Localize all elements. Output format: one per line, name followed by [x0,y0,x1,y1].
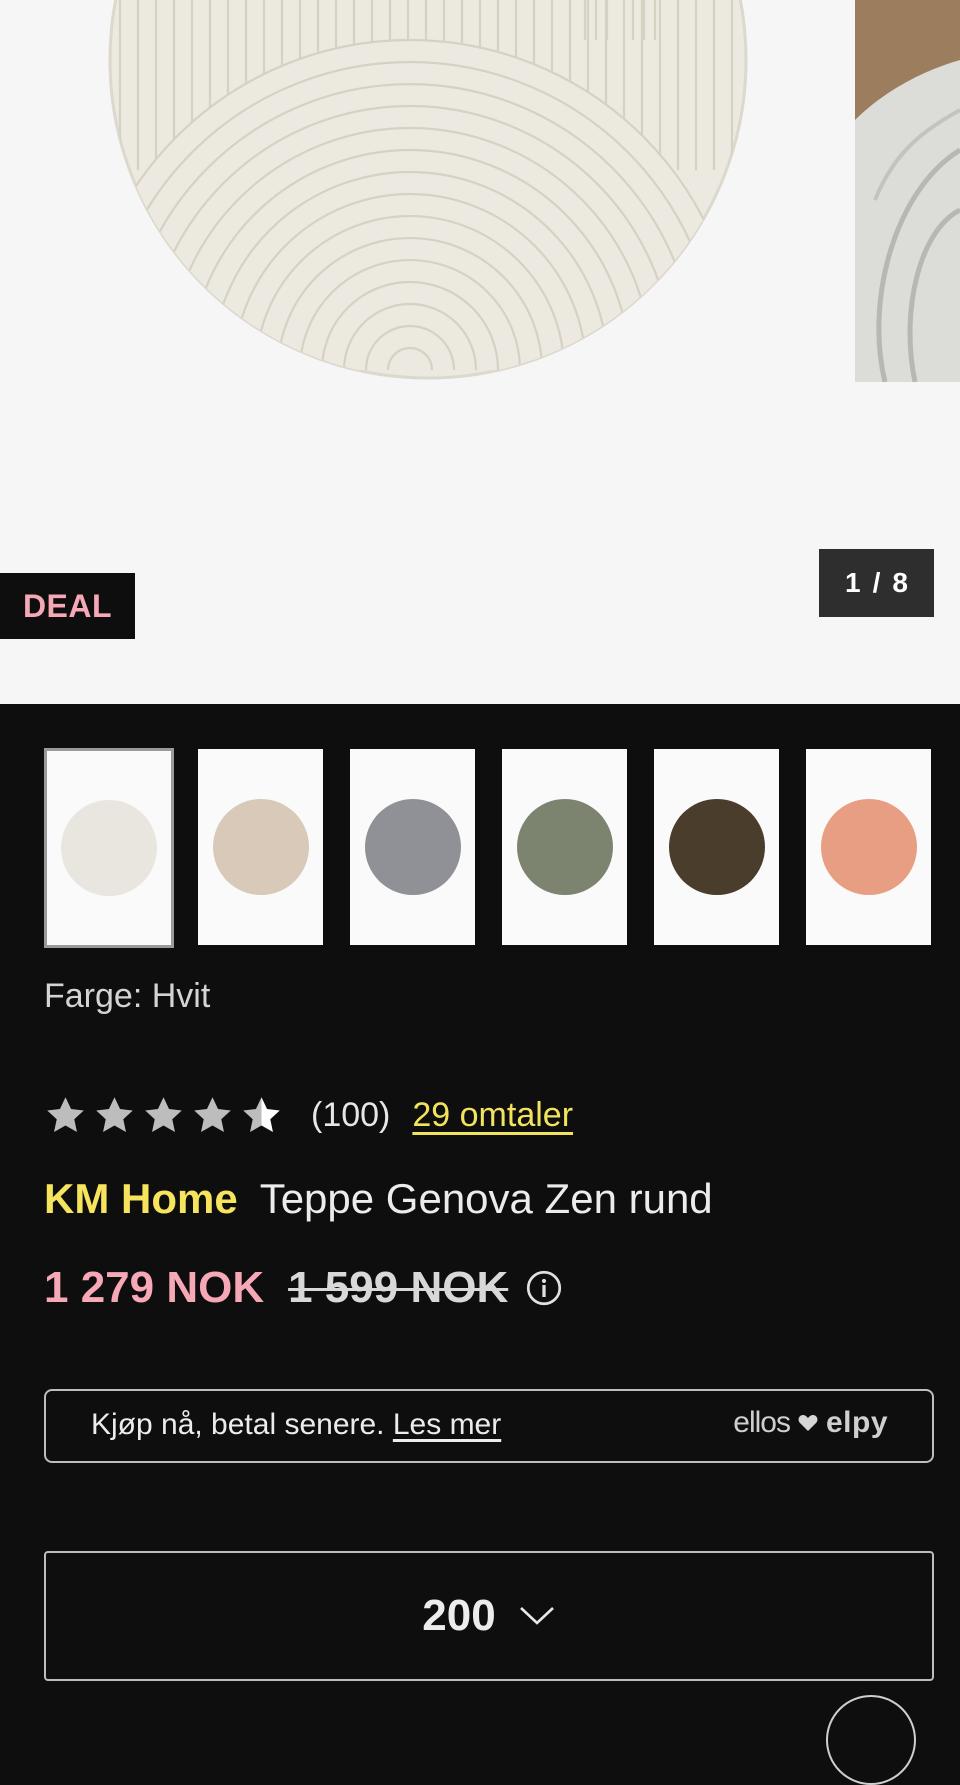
selected-color-label: Farge: Hvit [44,977,211,1015]
read-more-link[interactable]: Les mer [393,1408,501,1441]
rating-row: (100) 29 omtaler [44,1090,573,1140]
product-image-gallery[interactable]: DEAL 1 / 8 [0,0,960,704]
ellos-elpy-logo: ellos elpy [733,1406,888,1440]
rug-swatch [820,799,917,895]
brand-link[interactable]: KM Home [44,1175,238,1223]
star-icon [96,1096,133,1132]
product-title: KM Home Teppe Genova Zen rund [44,1175,713,1223]
star-half-icon [243,1096,280,1132]
size-select[interactable]: 200 [44,1551,934,1681]
floating-action-button[interactable] [826,1695,916,1785]
chevron-down-icon [519,1607,554,1625]
rug-swatch [668,799,765,895]
ellos-logo-text: ellos [733,1406,791,1439]
thumbnail-green[interactable] [502,749,627,945]
star-icon [145,1096,182,1132]
buy-now-pay-later-banner: Kjøp nå, betal senere. Les mer ellos elp… [44,1389,934,1463]
thumbnail-gray[interactable] [350,749,475,945]
star-rating [44,1094,283,1137]
rug-swatch [61,800,157,896]
bnpl-text: Kjøp nå, betal senere. [91,1408,385,1441]
rating-count: (100) [311,1095,391,1134]
counter-current: 1 [845,567,861,598]
star-icon [47,1096,84,1132]
product-name: Teppe Genova Zen rund [259,1175,713,1222]
elpy-logo-text: elpy [825,1406,888,1439]
size-value: 200 [422,1591,496,1640]
thumbnail-peach[interactable] [806,749,931,945]
rug-swatch [212,799,309,895]
info-icon[interactable] [526,1270,562,1306]
next-product-image[interactable] [855,0,960,382]
original-price: 1 599 NOK [288,1263,509,1312]
rug-swatch [364,799,461,895]
star-icon [194,1096,231,1132]
bnpl-text-wrap: Kjøp nå, betal senere. Les mer [91,1408,501,1442]
thumbnail-brown[interactable] [654,749,779,945]
rug-swatch [516,799,613,895]
deal-badge: DEAL [0,573,135,639]
counter-separator: / [872,567,881,598]
current-price: 1 279 NOK [44,1263,265,1312]
price-row: 1 279 NOK 1 599 NOK [44,1263,562,1313]
thumbnail-beige[interactable] [198,749,323,945]
counter-total: 8 [892,567,908,598]
heart-icon [798,1415,818,1431]
image-counter: 1 / 8 [819,549,934,617]
reviews-link[interactable]: 29 omtaler [412,1096,573,1135]
thumbnail-hvit[interactable] [44,748,174,948]
